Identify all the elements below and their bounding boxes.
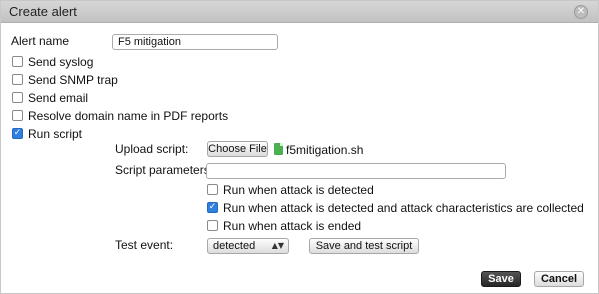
resolve-domain-label: Resolve domain name in PDF reports: [28, 109, 229, 123]
run-script-checkbox[interactable]: ✓: [12, 128, 23, 140]
upload-script-label: Upload script:: [115, 142, 189, 156]
run-when-ended-label: Run when attack is ended: [223, 219, 362, 233]
test-event-value: detected: [213, 240, 256, 252]
option-send-snmp-trap[interactable]: Send SNMP trap: [12, 73, 118, 87]
option-run-script[interactable]: ✓ Run script: [12, 127, 82, 141]
file-name: f5mitigation.sh: [286, 143, 364, 157]
run-when-detected-label: Run when attack is detected: [223, 183, 374, 197]
send-syslog-label: Send syslog: [28, 55, 94, 69]
run-when-ended-checkbox[interactable]: [207, 220, 218, 232]
run-script-label: Run script: [28, 127, 83, 141]
send-syslog-checkbox[interactable]: [12, 56, 23, 68]
send-snmp-trap-checkbox[interactable]: [12, 74, 23, 86]
cancel-button[interactable]: Cancel: [534, 271, 584, 287]
run-when-ended[interactable]: Run when attack is ended: [207, 219, 361, 233]
option-resolve-domain[interactable]: Resolve domain name in PDF reports: [12, 109, 228, 123]
send-email-checkbox[interactable]: [12, 92, 23, 104]
send-email-label: Send email: [28, 91, 89, 105]
script-file-icon: [274, 143, 283, 155]
option-send-syslog[interactable]: Send syslog: [12, 55, 93, 69]
option-send-email[interactable]: Send email: [12, 91, 88, 105]
select-arrows-icon: ▲▼: [271, 241, 284, 250]
close-icon[interactable]: ✕: [574, 5, 588, 19]
create-alert-dialog: Create alert ✕ Alert name Send syslog Se…: [0, 0, 599, 294]
test-event-label: Test event:: [115, 238, 174, 252]
choose-file-button[interactable]: Choose File: [207, 141, 268, 157]
run-when-characteristics-collected-checkbox[interactable]: ✓: [207, 202, 218, 214]
run-when-characteristics-collected-label: Run when attack is detected and attack c…: [223, 201, 584, 215]
run-when-detected-checkbox[interactable]: [207, 184, 218, 196]
resolve-domain-checkbox[interactable]: [12, 110, 23, 122]
run-when-detected[interactable]: Run when attack is detected: [207, 183, 374, 197]
send-snmp-trap-label: Send SNMP trap: [28, 73, 118, 87]
save-button[interactable]: Save: [481, 271, 521, 287]
script-parameters-input[interactable]: [206, 163, 506, 179]
test-event-select[interactable]: detected ▲▼: [207, 238, 289, 254]
run-when-characteristics-collected[interactable]: ✓ Run when attack is detected and attack …: [207, 201, 584, 215]
alert-name-input[interactable]: [112, 34, 278, 50]
dialog-titlebar: Create alert ✕: [1, 1, 598, 23]
save-and-test-script-button[interactable]: Save and test script: [309, 238, 419, 254]
alert-name-label: Alert name: [11, 34, 70, 48]
dialog-title: Create alert: [9, 4, 77, 19]
script-parameters-label: Script parameters:: [115, 163, 214, 177]
